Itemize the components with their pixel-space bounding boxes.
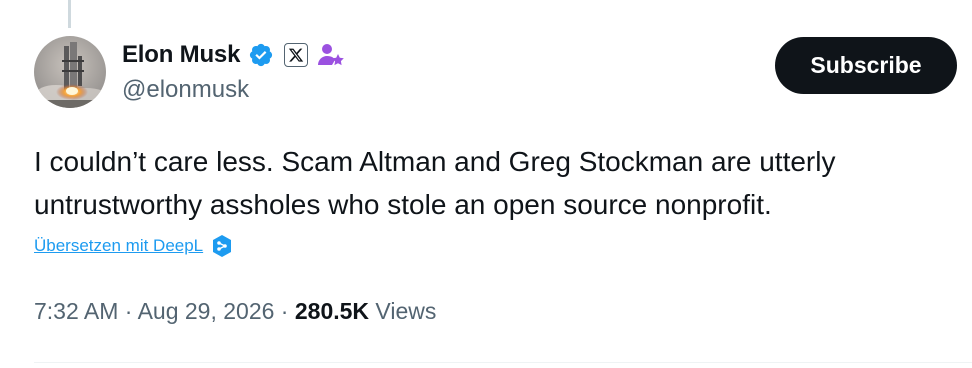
meta-separator: ·: [118, 298, 138, 324]
tweet-card: Elon Musk @elonmusk Subscribe I couldn’t…: [0, 0, 972, 368]
display-name[interactable]: Elon Musk: [122, 41, 240, 69]
tweet-text-line: untrustworthy assholes who stole an open…: [34, 189, 772, 220]
affiliate-person-star-icon[interactable]: [316, 41, 346, 69]
x-logo-icon[interactable]: [284, 43, 309, 67]
views-label: Views: [375, 298, 437, 324]
tweet-meta: 7:32 AM · Aug 29, 2026 · 280.5K Views: [34, 298, 436, 325]
thread-connector-line: [68, 0, 71, 28]
author-name-row: Elon Musk: [122, 36, 346, 74]
meta-separator: ·: [274, 298, 295, 324]
views-count: 280.5K: [294, 298, 370, 324]
translate-with-deepl-link[interactable]: Übersetzen mit DeepL: [34, 236, 203, 256]
author-handle[interactable]: @elonmusk: [122, 76, 249, 104]
verified-badge-icon[interactable]: [248, 42, 274, 68]
divider: [34, 362, 972, 363]
tweet-time[interactable]: 7:32 AM: [34, 298, 118, 324]
subscribe-button[interactable]: Subscribe: [775, 37, 957, 94]
tweet-date[interactable]: Aug 29, 2026: [138, 298, 275, 324]
deepl-icon[interactable]: [211, 234, 233, 258]
tweet-text-line: I couldn’t care less. Scam Altman and Gr…: [34, 146, 836, 177]
avatar[interactable]: [34, 36, 106, 108]
translate-row: Übersetzen mit DeepL: [34, 232, 233, 260]
rocket-launch-avatar-icon: [34, 36, 106, 108]
tweet-text: I couldn’t care less. Scam Altman and Gr…: [34, 140, 964, 226]
